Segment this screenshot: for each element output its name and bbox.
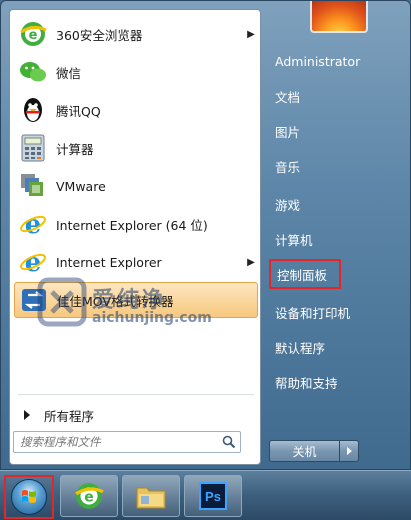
program-item-wechat[interactable]: 微信 [14,54,258,90]
link-label: 默认程序 [275,340,326,356]
link-label: 计算机 [275,232,313,248]
program-label: 360安全浏览器 [56,27,143,43]
svg-text:e: e [25,248,42,276]
program-item-360-browser[interactable]: e 360安全浏览器 ▶ [14,16,258,52]
search-box[interactable] [13,431,241,453]
shutdown-options-arrow-icon[interactable] [340,441,358,461]
program-item-vmware[interactable]: VMware [14,168,258,204]
program-item-ie[interactable]: e Internet Explorer ▶ [14,244,258,280]
link-help-support[interactable]: 帮助和支持 [269,367,401,397]
link-games[interactable]: 游戏 [269,189,401,219]
program-item-mov-converter[interactable]: 佳佳MOV格式转换器 [14,282,258,318]
program-label: VMware [56,178,106,194]
svg-text:e: e [25,210,42,238]
start-menu: e 360安全浏览器 ▶ 微信 腾讯QQ 计算器 VMware e Intern… [0,0,411,470]
vmware-icon [18,171,48,201]
link-label: 图片 [275,124,301,140]
divider [18,394,254,395]
link-default-programs[interactable]: 默认程序 [269,332,401,362]
start-button[interactable] [4,475,54,519]
ie-icon: e [18,209,48,239]
link-pictures[interactable]: 图片 [269,116,401,146]
program-label: 微信 [56,65,82,81]
calculator-icon [18,133,48,163]
shutdown-button[interactable]: 关机 [270,441,340,461]
taskbar: e Ps [0,470,411,520]
360-browser-icon: e [75,483,104,509]
link-devices-printers[interactable]: 设备和打印机 [269,297,401,327]
windows-logo-icon [11,479,47,515]
file-explorer-icon [136,487,166,509]
photoshop-icon: Ps [199,482,227,510]
submenu-arrow-icon: ▶ [247,28,255,40]
qq-penguin-icon [18,95,48,125]
all-programs-button[interactable]: 所有程序 [18,404,254,426]
program-item-calculator[interactable]: 计算器 [14,130,258,166]
photoshop-label: Ps [205,488,221,504]
taskbar-file-explorer[interactable] [122,475,180,517]
program-label: Internet Explorer (64 位) [56,217,208,233]
link-music[interactable]: 音乐 [269,151,401,181]
link-label: 游戏 [275,197,301,213]
link-label: 控制面板 [277,267,328,283]
link-label: 音乐 [275,159,301,175]
link-label: Administrator [275,53,361,69]
link-documents[interactable]: 文档 [269,81,401,111]
link-label: 文档 [275,89,301,105]
search-icon[interactable] [218,432,240,452]
arrow-right-icon [24,410,30,420]
submenu-arrow-icon: ▶ [247,256,255,268]
svg-text:e: e [84,489,93,505]
program-label: 佳佳MOV格式转换器 [57,293,174,309]
program-label: 计算器 [56,141,94,157]
wechat-icon [18,57,48,87]
ie-icon: e [18,247,48,277]
converter-icon [19,285,49,315]
search-input[interactable] [14,433,218,451]
link-administrator[interactable]: Administrator [269,46,401,76]
program-label: 腾讯QQ [56,103,101,119]
user-avatar[interactable] [310,1,368,33]
svg-text:e: e [29,28,38,43]
program-item-ie64[interactable]: e Internet Explorer (64 位) [14,206,258,242]
link-computer[interactable]: 计算机 [269,224,401,254]
link-label: 设备和打印机 [275,305,351,321]
shutdown-button-group: 关机 [269,440,359,462]
taskbar-360-browser[interactable]: e [60,475,118,517]
taskbar-photoshop[interactable]: Ps [184,475,242,517]
link-control-panel[interactable]: 控制面板 [269,259,341,289]
360-browser-icon: e [18,19,48,49]
link-label: 帮助和支持 [275,375,338,391]
all-programs-label: 所有程序 [44,408,95,424]
program-item-qq[interactable]: 腾讯QQ [14,92,258,128]
program-label: Internet Explorer [56,254,162,270]
program-list-panel: e 360安全浏览器 ▶ 微信 腾讯QQ 计算器 VMware e Intern… [9,9,261,465]
